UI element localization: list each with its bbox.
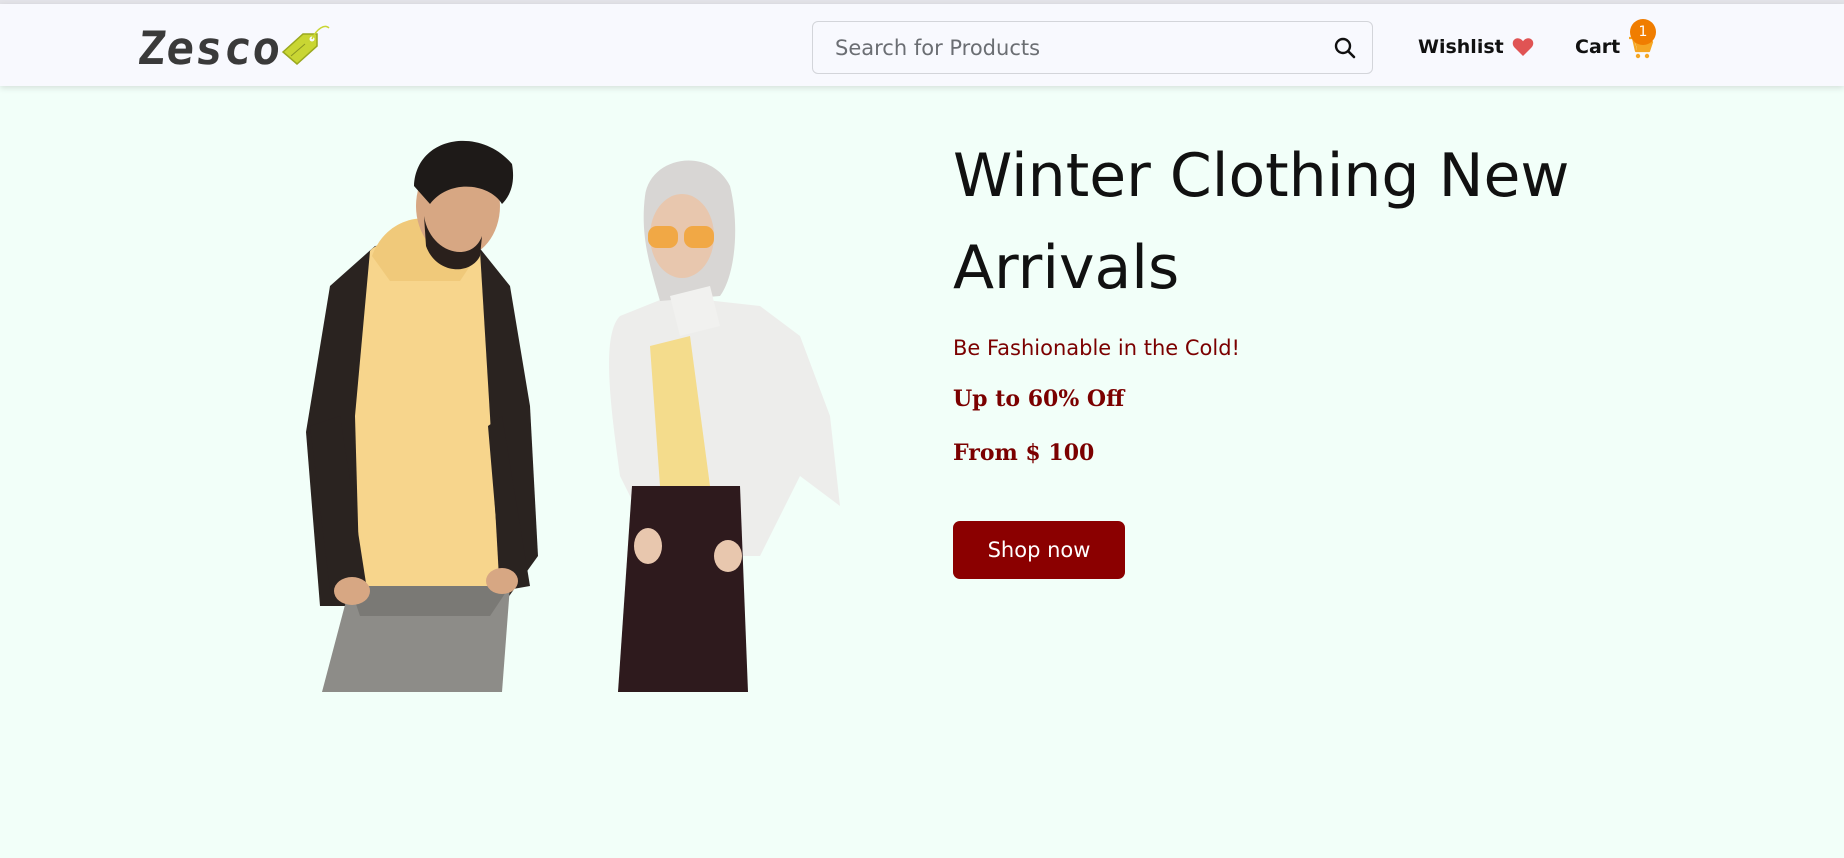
wishlist-link[interactable]: Wishlist [1418,32,1534,62]
hero-subtitle: Be Fashionable in the Cold! [953,336,1240,360]
cart-count-badge: 1 [1630,19,1656,45]
hero-content: Winter Clothing New Arrivals Be Fashiona… [953,130,1713,579]
search-icon[interactable] [1332,35,1358,61]
logo-text: Zesco [135,21,285,75]
logo[interactable]: Zesco [135,20,378,76]
shop-now-button[interactable]: Shop now [953,521,1125,579]
wishlist-label: Wishlist [1418,36,1504,58]
heart-icon [1512,38,1534,56]
hero-image [240,86,860,692]
hero-offer: Up to 60% Off [953,386,1125,412]
price-tag-icon [282,25,331,65]
search-bar [812,21,1373,74]
woman-figure [609,160,840,692]
hero-title: Winter Clothing New Arrivals [953,141,1570,303]
cart-label: Cart [1575,36,1621,58]
site-header: Zesco Wishlist Cart [0,4,1844,86]
hero-price: From $ 100 [953,440,1095,466]
man-figure [306,140,538,692]
search-input[interactable] [813,22,1315,73]
